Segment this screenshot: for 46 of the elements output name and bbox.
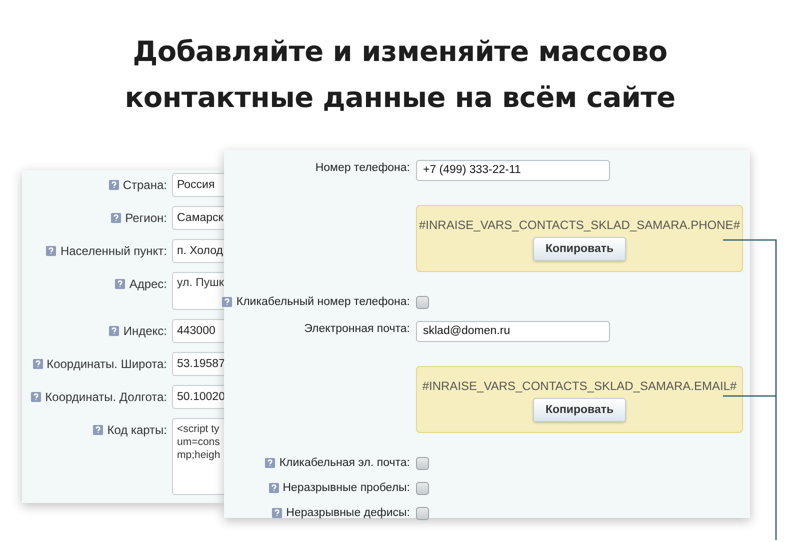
field-label: Кликабельный номер телефона: (236, 296, 410, 308)
help-icon[interactable] (111, 213, 122, 223)
help-icon[interactable] (108, 180, 119, 190)
text-field[interactable]: п. Холод (172, 239, 224, 263)
help-icon[interactable] (109, 326, 120, 336)
field-label: Координаты. Широта: (46, 357, 167, 371)
field-label: Координаты. Долгота: (45, 390, 167, 404)
help-icon[interactable] (46, 246, 56, 256)
checkbox[interactable] (416, 457, 429, 470)
text-field[interactable]: sklad@domen.ru (416, 321, 610, 342)
help-icon[interactable] (268, 483, 279, 493)
help-icon[interactable] (31, 392, 42, 402)
field-label: Индекс: (123, 324, 167, 338)
copy-button[interactable]: Копировать (533, 237, 626, 261)
heading: контактные данные на всём сайте (124, 80, 676, 116)
heading: Добавляйте и изменяйте массово (132, 34, 668, 70)
checkbox[interactable] (416, 296, 429, 309)
field-label: Кликабельная эл. почта: (279, 457, 410, 469)
text-field[interactable]: Россия (172, 173, 224, 197)
field-label: Неразрывные пробелы: (282, 482, 410, 494)
field-label: Регион: (125, 211, 167, 225)
field-label: Номер телефона: (315, 162, 410, 174)
field-label: Код карты: (107, 423, 167, 437)
field-label: Неразрывные дефисы: (286, 507, 410, 519)
field-label: Страна: (122, 178, 167, 192)
variable-code: #INRAISE_VARS_CONTACTS_SKLAD_SAMARA.PHONE# (419, 218, 740, 232)
field-label: Электронная почта: (304, 323, 410, 335)
field-label: Адрес: (129, 277, 167, 291)
text-field[interactable]: +7 (499) 333-22-11 (416, 160, 610, 181)
variable-code: #INRAISE_VARS_CONTACTS_SKLAD_SAMARA.EMAIL# (422, 379, 737, 393)
copy-button[interactable]: Копировать (533, 398, 626, 422)
field-label: Населенный пункт: (60, 244, 167, 258)
help-icon[interactable] (32, 359, 43, 369)
help-icon[interactable] (272, 508, 282, 518)
text-field[interactable]: 50.10020 (172, 385, 224, 409)
help-icon[interactable] (93, 425, 104, 435)
text-field[interactable]: 443000 (172, 319, 224, 343)
help-icon[interactable] (222, 297, 232, 307)
checkbox[interactable] (416, 482, 429, 495)
checkbox[interactable] (416, 507, 429, 520)
help-icon[interactable] (115, 279, 126, 289)
text-field[interactable]: Самарск (172, 206, 224, 230)
text-area[interactable]: <script ty um=cons mp;heigh (172, 418, 224, 495)
help-icon[interactable] (265, 458, 276, 468)
text-area[interactable]: ул. Пушк (172, 272, 224, 310)
text-field[interactable]: 53.19587 (172, 352, 224, 376)
